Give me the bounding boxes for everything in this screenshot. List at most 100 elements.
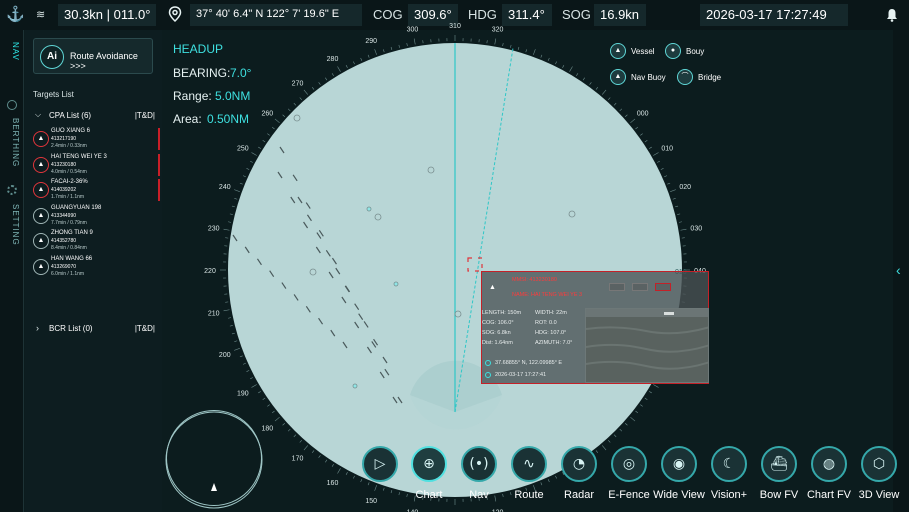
bearing-tick	[660, 168, 664, 170]
bearing-tick	[649, 391, 652, 394]
rail-item-setting[interactable]: SETTING	[4, 204, 20, 246]
bearing-tick	[624, 423, 628, 426]
radar-target-dot[interactable]	[427, 166, 435, 174]
bearing-label: 280	[327, 56, 339, 63]
length-field: LENGTH: 150m	[482, 310, 522, 316]
camera-feed-image[interactable]	[585, 308, 709, 383]
name-value: HAI TENG WEI YE 3	[530, 292, 583, 298]
bearing-tick	[675, 205, 679, 208]
vessel-track-mark	[297, 196, 303, 204]
route-avoidance-button[interactable]: Ai Route Avoidance >>>	[33, 38, 153, 74]
cog-label: COG	[373, 7, 403, 22]
bearing-label: 200	[219, 352, 231, 359]
popup-action-2-button[interactable]	[632, 283, 648, 291]
vessel-track-mark	[305, 202, 311, 209]
bell-icon[interactable]	[886, 8, 898, 22]
bearing-tick	[555, 475, 557, 479]
target-row[interactable]: ▲ GUO XIANG 6 413217190 2.4min / 0.33nm	[29, 128, 160, 152]
target-row[interactable]: ▲ HAI TENG WEI YE 3 413230180 4.0min / 0.54…	[29, 153, 160, 178]
target-row[interactable]: ▲ ZHONG TIAN 9 414352780 8.4min / 0.84nm	[29, 230, 160, 254]
vessel-track-mark	[303, 221, 309, 229]
chevron-right-icon: ›	[36, 323, 39, 333]
broadcast-icon: (•)	[461, 446, 497, 482]
legend-vessel: Vessel	[631, 47, 655, 56]
bearing-tick	[653, 384, 659, 388]
target-row[interactable]: ▲ GUANGYUAN 198 413344990 7.7min / 0.79nm	[29, 205, 160, 229]
bearing-tick	[262, 140, 266, 143]
target-row[interactable]: ▲ HAN WANG 66 413269070 6.0min / 1.1nm	[29, 256, 160, 280]
bearing-tick	[374, 49, 377, 55]
vessel-track-mark	[292, 174, 298, 182]
radar-target-dot[interactable]	[374, 213, 382, 221]
bearing-tick	[360, 479, 363, 483]
bearing-label: 250	[237, 146, 249, 153]
play-icon: ▷	[362, 446, 398, 482]
time-field: 2026-03-17 17:27:41	[495, 372, 547, 378]
rail-item-berthing[interactable]: BERTHING	[4, 118, 20, 167]
vessel-track-mark	[366, 346, 372, 354]
bearing-tick	[680, 228, 687, 231]
bearing-tick	[299, 439, 302, 443]
bearing-tick	[223, 228, 230, 231]
bcr-td-label[interactable]: |T&D|	[135, 324, 155, 333]
radar-target-dot[interactable]	[393, 281, 399, 287]
radar-target-dot[interactable]	[352, 383, 358, 389]
bearing-tick	[595, 450, 599, 454]
bearing-label: 230	[208, 225, 220, 232]
bearing-tick	[635, 410, 639, 414]
popup-close-button[interactable]	[655, 283, 671, 291]
radar-sweep-area	[228, 43, 682, 497]
target-mmsi: 413230180	[51, 161, 77, 168]
right-collapse-bar[interactable]: ‹	[893, 30, 909, 512]
vessel-icon: ▲	[33, 233, 49, 249]
datetime-readout: 2026-03-17 17:27:49	[706, 7, 827, 22]
coord-field: 37.68855° N, 122.09985° E	[495, 360, 563, 366]
vessel-track-mark	[305, 306, 311, 313]
bearing-tick	[540, 482, 543, 486]
selected-target-marker[interactable]	[467, 257, 483, 272]
target-mmsi: 413344990	[51, 212, 77, 219]
radar-target-dot[interactable]	[309, 268, 317, 276]
target-detail-popup[interactable]: ▲ MMSI: 413230180 NAME: HAI TENG WEI YE …	[481, 271, 709, 384]
bearing-tick	[595, 86, 599, 90]
rail-item-nav[interactable]: NAV	[4, 42, 20, 61]
radar-target-dot[interactable]	[293, 114, 301, 122]
legend-bridge: Bridge	[698, 73, 722, 82]
bearing-tick	[287, 428, 291, 432]
vessel-track-mark	[354, 303, 360, 310]
bearing-tick	[242, 362, 246, 365]
bearing-tick	[589, 82, 592, 85]
target-row[interactable]: ▲ FACAI-2-36% 414039202 1.7min / 1.1nm	[29, 179, 160, 203]
radar-target-dot[interactable]	[366, 206, 372, 212]
mmsi-label-text: MMSI:	[512, 277, 528, 283]
target-cpa-meta: 6.0min / 1.1nm	[51, 270, 85, 277]
bearing-tick	[293, 102, 297, 106]
bearing-tick	[239, 355, 243, 358]
bearing-tick	[234, 348, 240, 351]
vessel-track-mark	[379, 371, 385, 379]
cpa-list-header[interactable]: ⌵ CPA List (6) |T&D|	[33, 110, 157, 122]
bearing-tick	[250, 160, 253, 163]
bearing-tick	[582, 77, 585, 81]
anchor-menu-icon[interactable]: ⚓	[6, 5, 25, 23]
radar-icon: ◔	[561, 446, 597, 482]
target-name: ZHONG TIAN 9	[51, 230, 93, 236]
vessel-track-mark	[318, 230, 324, 237]
cpa-td-label[interactable]: |T&D|	[135, 111, 155, 120]
target-name: GUANGYUAN 198	[51, 204, 102, 211]
radar-target-dot[interactable]	[568, 210, 576, 218]
vessel-track-mark	[358, 313, 364, 320]
radar-bearing-ring: 3103203002902802702602502402302202102001…	[204, 23, 706, 512]
radar-target-dot[interactable]	[454, 310, 462, 318]
bearing-tick	[234, 189, 240, 192]
vessel-track-mark	[232, 234, 238, 242]
bearing-tick	[271, 126, 275, 130]
bearing-label: 030	[690, 225, 702, 232]
bearing-tick	[311, 450, 315, 454]
bearing-label: 290	[365, 38, 377, 45]
bearing-label: 220	[204, 268, 216, 275]
popup-action-1-button[interactable]	[609, 283, 625, 291]
mini-compass	[166, 410, 262, 506]
danger-indicator	[158, 179, 160, 201]
bcr-list-header[interactable]: › BCR List (0) |T&D|	[33, 323, 157, 335]
